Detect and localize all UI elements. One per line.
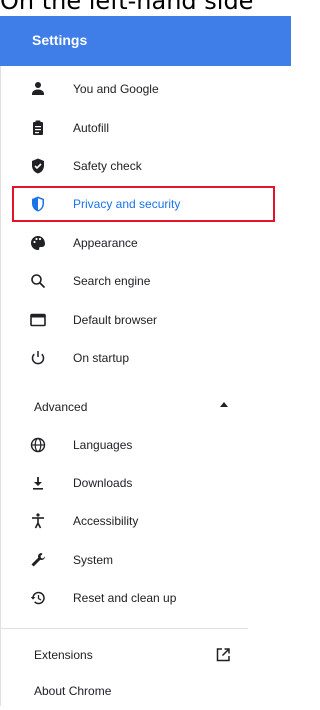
menu-item-label: Privacy and security <box>73 197 181 211</box>
power-icon <box>29 349 47 367</box>
palette-icon <box>29 234 47 252</box>
settings-header: Settings <box>0 16 291 66</box>
header-title: Settings <box>32 32 88 48</box>
menu-item-on-startup[interactable]: On startup <box>0 339 290 377</box>
globe-icon <box>29 436 47 454</box>
menu-item-label: Safety check <box>73 159 142 173</box>
menu-item-safety-check[interactable]: Safety check <box>0 147 290 185</box>
clipboard-icon <box>29 119 47 137</box>
extensions-link[interactable]: Extensions <box>34 636 93 674</box>
menu-item-label: System <box>73 553 114 567</box>
menu-item-label: Search engine <box>73 274 151 288</box>
advanced-section-toggle[interactable]: Advanced <box>34 388 87 426</box>
menu-item-you-and-google[interactable]: You and Google <box>0 70 290 108</box>
menu-item-accessibility[interactable]: Accessibility <box>0 502 290 540</box>
menu-item-appearance[interactable]: Appearance <box>0 224 290 262</box>
menu-item-autofill[interactable]: Autofill <box>0 109 290 147</box>
about-chrome-link[interactable]: About Chrome <box>34 672 111 710</box>
menu-item-reset-and-clean-up[interactable]: Reset and clean up <box>0 579 290 617</box>
shield-icon <box>29 195 47 213</box>
menu-item-default-browser[interactable]: Default browser <box>0 301 290 339</box>
menu-item-downloads[interactable]: Downloads <box>0 464 290 502</box>
restore-icon <box>29 589 47 607</box>
wrench-icon <box>29 551 47 569</box>
search-icon <box>29 272 47 290</box>
download-icon <box>29 474 47 492</box>
sidebar-divider <box>0 628 248 629</box>
menu-item-label: Downloads <box>73 476 133 490</box>
external-link-icon[interactable] <box>214 646 232 664</box>
menu-item-privacy-and-security[interactable]: Privacy and security <box>0 185 290 223</box>
menu-item-languages[interactable]: Languages <box>0 426 290 464</box>
menu-item-system[interactable]: System <box>0 541 290 579</box>
browser-window-icon <box>29 311 47 329</box>
menu-item-label: Reset and clean up <box>73 591 177 605</box>
caption-text: On the left-hand side <box>0 0 254 15</box>
menu-item-search-engine[interactable]: Search engine <box>0 262 290 300</box>
menu-item-label: Autofill <box>73 121 110 135</box>
menu-item-label: Appearance <box>73 236 138 250</box>
person-icon <box>29 80 47 98</box>
menu-item-label: Accessibility <box>73 514 139 528</box>
menu-item-label: You and Google <box>73 82 159 96</box>
shield-check-icon <box>29 157 47 175</box>
menu-item-label: Default browser <box>73 313 158 327</box>
accessibility-icon <box>29 512 47 530</box>
menu-item-label: Languages <box>73 438 133 452</box>
menu-item-label: On startup <box>73 351 130 365</box>
chevron-up-icon[interactable] <box>220 402 228 407</box>
